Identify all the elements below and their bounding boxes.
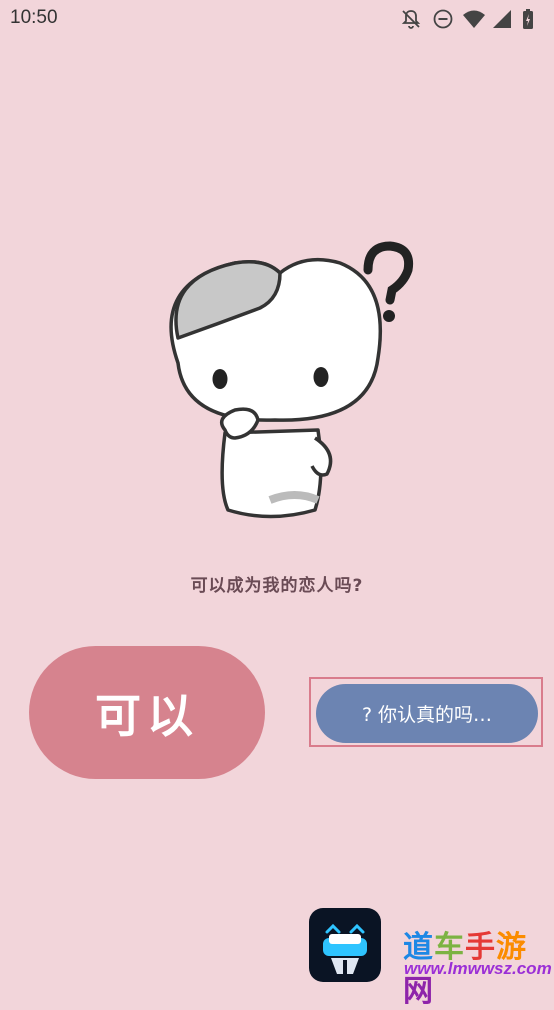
- bell-off-icon: [401, 10, 421, 29]
- yes-button[interactable]: 可以: [29, 646, 265, 779]
- do-not-disturb-icon: [433, 9, 453, 29]
- doubt-button[interactable]: ? 你认真的吗…: [316, 684, 538, 743]
- watermark-logo: [309, 908, 381, 982]
- confused-mascot-illustration: [169, 241, 414, 519]
- wifi-icon: [463, 10, 485, 28]
- status-bar: 10:50: [0, 0, 554, 38]
- status-time: 10:50: [10, 7, 58, 28]
- signal-icon: [493, 10, 511, 28]
- watermark-url: www.lmwwsz.com: [404, 959, 552, 978]
- battery-charging-icon: [523, 9, 533, 29]
- car-logo-icon: [323, 923, 367, 974]
- question-text: 可以成为我的恋人吗?: [190, 576, 364, 596]
